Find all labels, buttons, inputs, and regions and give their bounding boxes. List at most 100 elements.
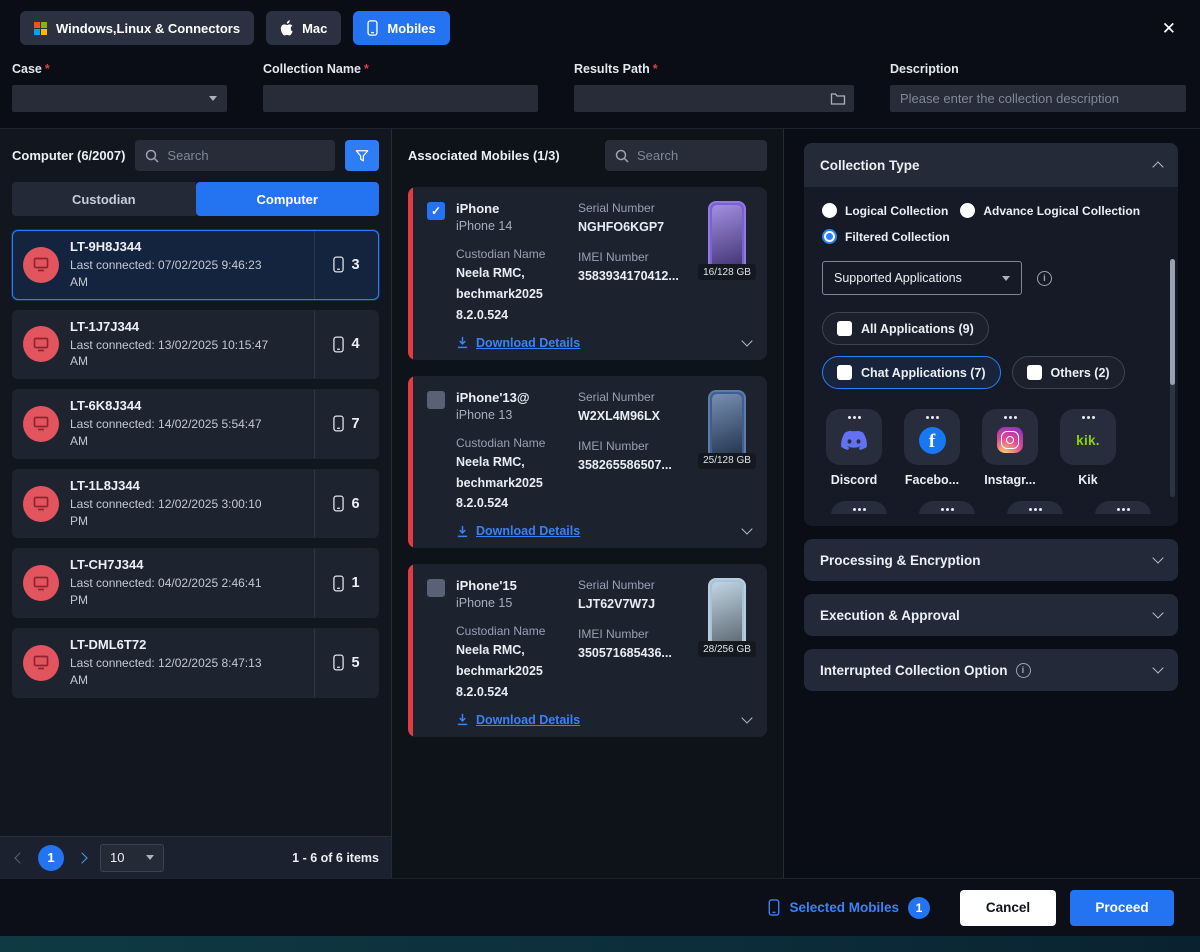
custodian-computer-tabs: Custodian Computer — [12, 182, 379, 216]
mobile-card[interactable]: iPhone iPhone 14 Custodian Name Neela RM… — [408, 187, 767, 360]
collection-name-input[interactable] — [263, 85, 538, 112]
case-select[interactable] — [12, 85, 227, 112]
mobile-card[interactable]: iPhone'15 iPhone 15 Custodian Name Neela… — [408, 564, 767, 737]
platform-tab[interactable]: Mobiles — [353, 11, 449, 45]
phone-icon — [333, 415, 344, 432]
computer-row[interactable]: LT-1L8J344 Last connected: 12/02/2025 3:… — [12, 469, 379, 539]
filter-button[interactable] — [345, 140, 379, 171]
mobile-count-value: 5 — [351, 655, 359, 671]
application-grid: Discord f — [822, 409, 1160, 487]
application-name: Kik — [1056, 473, 1120, 487]
associated-mobile-count[interactable]: 3 — [314, 231, 378, 299]
mobile-card[interactable]: iPhone'13@ iPhone 13 Custodian Name Neel… — [408, 376, 767, 549]
mobile-checkbox[interactable] — [427, 579, 445, 597]
expand-chevron-icon[interactable] — [741, 524, 752, 535]
section-label: Interrupted Collection Option — [820, 663, 1008, 678]
results-path-input[interactable] — [574, 85, 854, 112]
collection-type-radio[interactable]: Advance Logical Collection — [960, 203, 1140, 218]
application-tile[interactable]: Instagr... — [978, 409, 1042, 487]
computer-search-input[interactable] — [167, 148, 325, 163]
proceed-button[interactable]: Proceed — [1070, 890, 1174, 926]
computer-row[interactable]: LT-9H8J344 Last connected: 07/02/2025 9:… — [12, 230, 379, 300]
serial-number-value: NGHFO6KGP7 — [578, 219, 699, 236]
collection-type-header[interactable]: Collection Type — [804, 143, 1178, 187]
app-menu-icon — [931, 416, 934, 419]
associated-mobile-count[interactable]: 5 — [314, 629, 378, 697]
application-filter-chip[interactable]: Others (2) — [1012, 356, 1125, 389]
info-icon[interactable] — [1037, 271, 1052, 286]
collapsed-section-header[interactable]: Processing & Encryption — [804, 539, 1178, 581]
previous-page-icon[interactable] — [12, 850, 28, 866]
close-icon[interactable]: ✕ — [1158, 16, 1180, 41]
phone-icon — [333, 575, 344, 592]
cancel-button[interactable]: Cancel — [960, 890, 1056, 926]
scrollbar-track[interactable] — [1170, 259, 1175, 497]
imei-number-label: IMEI Number — [578, 250, 699, 264]
description-input[interactable] — [890, 85, 1186, 112]
chip-label: Chat Applications (7) — [861, 366, 986, 380]
mobile-model: iPhone 13 — [456, 408, 578, 422]
segment-tab[interactable]: Computer — [196, 182, 380, 216]
radio-icon — [822, 229, 837, 244]
download-icon — [456, 525, 469, 538]
expand-chevron-icon[interactable] — [741, 335, 752, 346]
computer-name: LT-6K8J344 — [70, 398, 282, 413]
application-tile[interactable]: kik. Kik — [1056, 409, 1120, 487]
computer-name: LT-9H8J344 — [70, 239, 282, 254]
page-size-select[interactable]: 10 — [100, 844, 164, 872]
collapsed-section-header[interactable]: Execution & Approval — [804, 594, 1178, 636]
computer-row[interactable]: LT-CH7J344 Last connected: 04/02/2025 2:… — [12, 548, 379, 618]
mobiles-search-input[interactable] — [637, 148, 757, 163]
associated-mobile-count[interactable]: 4 — [314, 311, 378, 379]
platform-tab-label: Windows,Linux & Connectors — [56, 21, 240, 36]
mobile-checkbox[interactable] — [427, 391, 445, 409]
application-filter-chip[interactable]: Chat Applications (7) — [822, 356, 1001, 389]
associated-mobile-count[interactable]: 7 — [314, 390, 378, 458]
pagination-bar: 1 10 1 - 6 of 6 items — [0, 836, 391, 878]
case-label: Case* — [12, 62, 227, 76]
associated-mobile-count[interactable]: 6 — [314, 470, 378, 538]
download-icon — [456, 713, 469, 726]
collection-options-panel: Collection Type Logical Collection Advan… — [784, 129, 1200, 878]
selected-mobiles-summary[interactable]: Selected Mobiles 1 — [768, 897, 930, 919]
collection-type-radio[interactable]: Logical Collection — [822, 203, 948, 218]
checkbox-icon — [1027, 365, 1042, 380]
associated-mobile-count[interactable]: 1 — [314, 549, 378, 617]
collapsed-section-header[interactable]: Interrupted Collection Option — [804, 649, 1178, 691]
computer-last-connected: Last connected: 13/02/2025 10:15:47 AM — [70, 337, 282, 371]
app-menu-icon — [853, 416, 856, 419]
current-page-button[interactable]: 1 — [38, 845, 64, 871]
supported-applications-dropdown[interactable]: Supported Applications — [822, 261, 1022, 295]
chevron-down-icon — [146, 855, 154, 860]
segment-tab-label: Custodian — [72, 192, 136, 207]
computer-last-connected: Last connected: 14/02/2025 5:54:47 AM — [70, 416, 282, 450]
platform-tab[interactable]: Mac — [266, 11, 341, 45]
collection-type-radio[interactable]: Filtered Collection — [822, 229, 950, 244]
computer-row[interactable]: LT-1J7J344 Last connected: 13/02/2025 10… — [12, 310, 379, 380]
expand-chevron-icon[interactable] — [741, 712, 752, 723]
computer-name: LT-DML6T72 — [70, 637, 282, 652]
custodian-name-value: 8.2.0.524 — [456, 495, 578, 512]
segment-tab[interactable]: Custodian — [12, 182, 196, 216]
application-filter-chip[interactable]: All Applications (9) — [822, 312, 989, 345]
download-details-link[interactable]: Download Details — [456, 524, 580, 538]
mobile-checkbox[interactable] — [427, 202, 445, 220]
computer-row[interactable]: LT-DML6T72 Last connected: 12/02/2025 8:… — [12, 628, 379, 698]
checkbox-icon — [837, 321, 852, 336]
computer-row[interactable]: LT-6K8J344 Last connected: 14/02/2025 5:… — [12, 389, 379, 459]
download-details-link[interactable]: Download Details — [456, 713, 580, 727]
mobile-model: iPhone 15 — [456, 596, 578, 610]
download-details-link[interactable]: Download Details — [456, 336, 580, 350]
platform-tab[interactable]: Windows,Linux & Connectors — [20, 11, 254, 45]
expand-chevron-icon — [1152, 607, 1163, 618]
folder-icon[interactable] — [830, 92, 846, 106]
scrollbar-thumb[interactable] — [1170, 259, 1175, 385]
info-icon[interactable] — [1016, 663, 1031, 678]
chevron-down-icon — [209, 96, 217, 101]
application-tile[interactable]: Discord — [822, 409, 886, 487]
results-path-text[interactable] — [584, 91, 830, 106]
application-tile[interactable]: f Facebo... — [900, 409, 964, 487]
next-page-icon[interactable] — [74, 850, 90, 866]
serial-number-value: W2XL4M96LX — [578, 408, 699, 425]
mobile-icon — [367, 20, 378, 36]
